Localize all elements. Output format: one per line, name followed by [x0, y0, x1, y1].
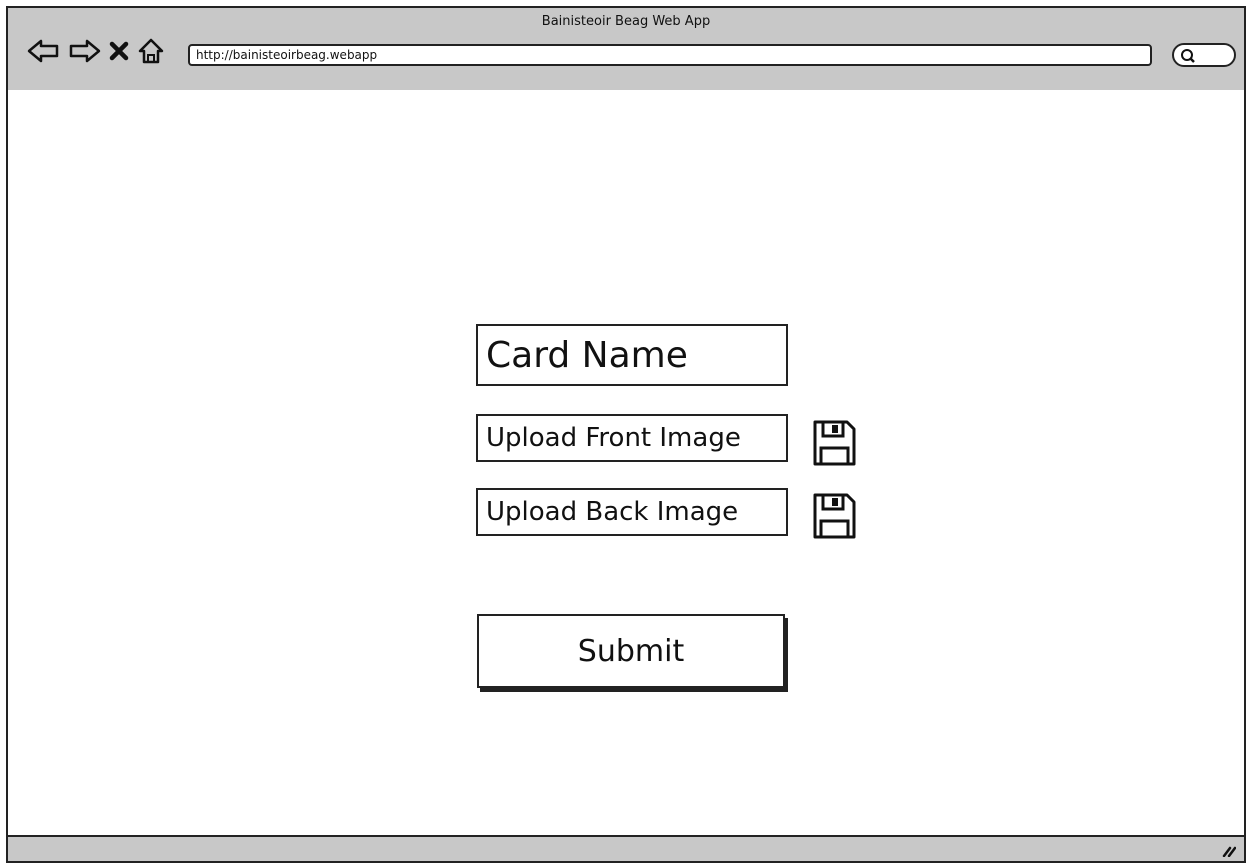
- floppy-disk-icon: [813, 493, 856, 539]
- forward-button[interactable]: [66, 38, 102, 64]
- status-bar: [8, 835, 1244, 861]
- floppy-disk-icon: [813, 420, 856, 466]
- page-content: Card Name Upload Front Image Upload Back…: [8, 90, 1244, 835]
- home-button[interactable]: [136, 38, 166, 64]
- stop-x-icon: [109, 41, 129, 61]
- back-button[interactable]: [26, 38, 62, 64]
- search-box[interactable]: [1172, 43, 1236, 67]
- card-name-input[interactable]: Card Name: [476, 324, 788, 386]
- submit-button[interactable]: Submit: [477, 614, 785, 688]
- upload-front-image-field[interactable]: Upload Front Image: [476, 414, 788, 462]
- address-bar[interactable]: http://bainisteoirbeag.webapp: [188, 44, 1152, 66]
- navigation-buttons: [26, 38, 170, 64]
- forward-arrow-icon: [69, 39, 101, 63]
- save-back-image-button[interactable]: [808, 491, 860, 541]
- back-arrow-icon: [27, 39, 59, 63]
- stop-button[interactable]: [106, 38, 132, 64]
- search-icon: [1181, 49, 1195, 63]
- browser-titlebar: Bainisteoir Beag Web App http://bainiste…: [8, 8, 1244, 92]
- save-front-image-button[interactable]: [808, 418, 860, 468]
- resize-grip-icon[interactable]: [1222, 843, 1236, 857]
- window-title: Bainisteoir Beag Web App: [541, 14, 711, 29]
- upload-back-image-field[interactable]: Upload Back Image: [476, 488, 788, 536]
- home-icon: [138, 38, 164, 64]
- browser-window: Bainisteoir Beag Web App http://bainiste…: [6, 6, 1246, 863]
